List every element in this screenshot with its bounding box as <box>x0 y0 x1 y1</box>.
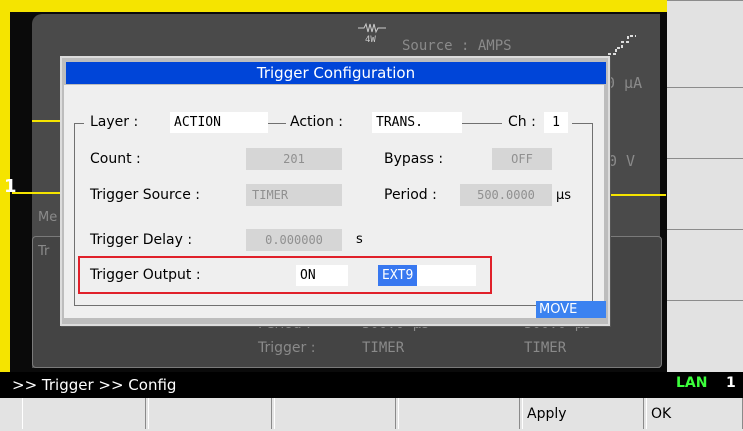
ok-button[interactable]: OK <box>646 398 743 429</box>
side-softkey-5[interactable] <box>667 300 743 373</box>
trigger-row-value-1: TIMER <box>362 340 405 356</box>
move-indicator: MOVE <box>536 301 606 318</box>
group-frame-top-mid <box>268 123 286 124</box>
channel-indicator: 1 <box>726 375 736 391</box>
period-field: 500.0000 <box>460 184 552 206</box>
side-softkey-4[interactable] <box>667 229 743 301</box>
softkey-1[interactable] <box>22 398 146 429</box>
trace-line-left-upper <box>32 120 60 122</box>
trigger-source-label: Trigger Source : <box>90 187 200 203</box>
trigger-output-label: Trigger Output : <box>90 267 201 283</box>
me-text: Me <box>38 210 58 225</box>
layer-field[interactable]: ACTION <box>170 112 268 133</box>
trigger-row-value-2: TIMER <box>524 340 567 356</box>
pulse-icon: 4W <box>358 22 388 45</box>
volt-text: 0 V <box>608 152 636 170</box>
breadcrumb: >> Trigger >> Config <box>12 376 177 394</box>
period-unit: µs <box>556 188 572 203</box>
group-frame-top-left <box>74 123 84 124</box>
side-softkey-2[interactable] <box>667 87 743 159</box>
tr-text: Tr <box>38 244 50 259</box>
period-label: Period : <box>384 187 437 203</box>
waveform-icon <box>608 32 638 60</box>
count-field: 201 <box>246 148 342 170</box>
trigger-output-line-field[interactable]: EXT9 <box>378 265 476 286</box>
action-field[interactable]: TRANS. <box>372 112 462 133</box>
group-frame-top-right <box>462 123 502 124</box>
bypass-field: OFF <box>492 148 552 170</box>
apply-button[interactable]: Apply <box>522 398 644 429</box>
ch-label: Ch : <box>508 114 536 130</box>
group-frame-left <box>74 123 75 305</box>
trigger-output-state-field[interactable]: ON <box>296 265 348 286</box>
softkey-3[interactable] <box>274 398 396 429</box>
trigger-row-label: Trigger : <box>258 340 316 356</box>
lan-indicator: LAN <box>676 375 708 391</box>
trigger-output-line-value: EXT9 <box>378 265 418 286</box>
range-text: 0 µA <box>606 74 643 92</box>
group-frame-bottom <box>74 305 593 306</box>
trace-line-right-lower <box>606 194 666 196</box>
side-softkey-panel <box>667 0 743 373</box>
group-frame-top-end <box>572 123 592 124</box>
channel-number: 1 <box>4 176 17 197</box>
softkey-2[interactable] <box>148 398 272 429</box>
side-softkey-1[interactable] <box>667 0 743 88</box>
trace-line-left-lower <box>12 192 60 194</box>
trigger-delay-field: 0.000000 <box>246 229 342 251</box>
side-softkey-3[interactable] <box>667 158 743 230</box>
four-wire-label: 4W <box>365 35 376 45</box>
trigger-delay-label: Trigger Delay : <box>90 232 193 248</box>
source-text: Source : AMPS <box>402 38 512 54</box>
ch-field[interactable]: 1 <box>544 112 568 133</box>
softkey-4[interactable] <box>398 398 520 429</box>
delay-unit: s <box>356 232 363 247</box>
group-frame-right <box>592 123 593 305</box>
count-label: Count : <box>90 151 141 167</box>
dialog-title: Trigger Configuration <box>66 62 606 84</box>
layer-label: Layer : <box>90 114 139 130</box>
trigger-source-field: TIMER <box>246 184 342 206</box>
bypass-label: Bypass : <box>384 151 444 167</box>
action-label: Action : <box>290 114 344 130</box>
